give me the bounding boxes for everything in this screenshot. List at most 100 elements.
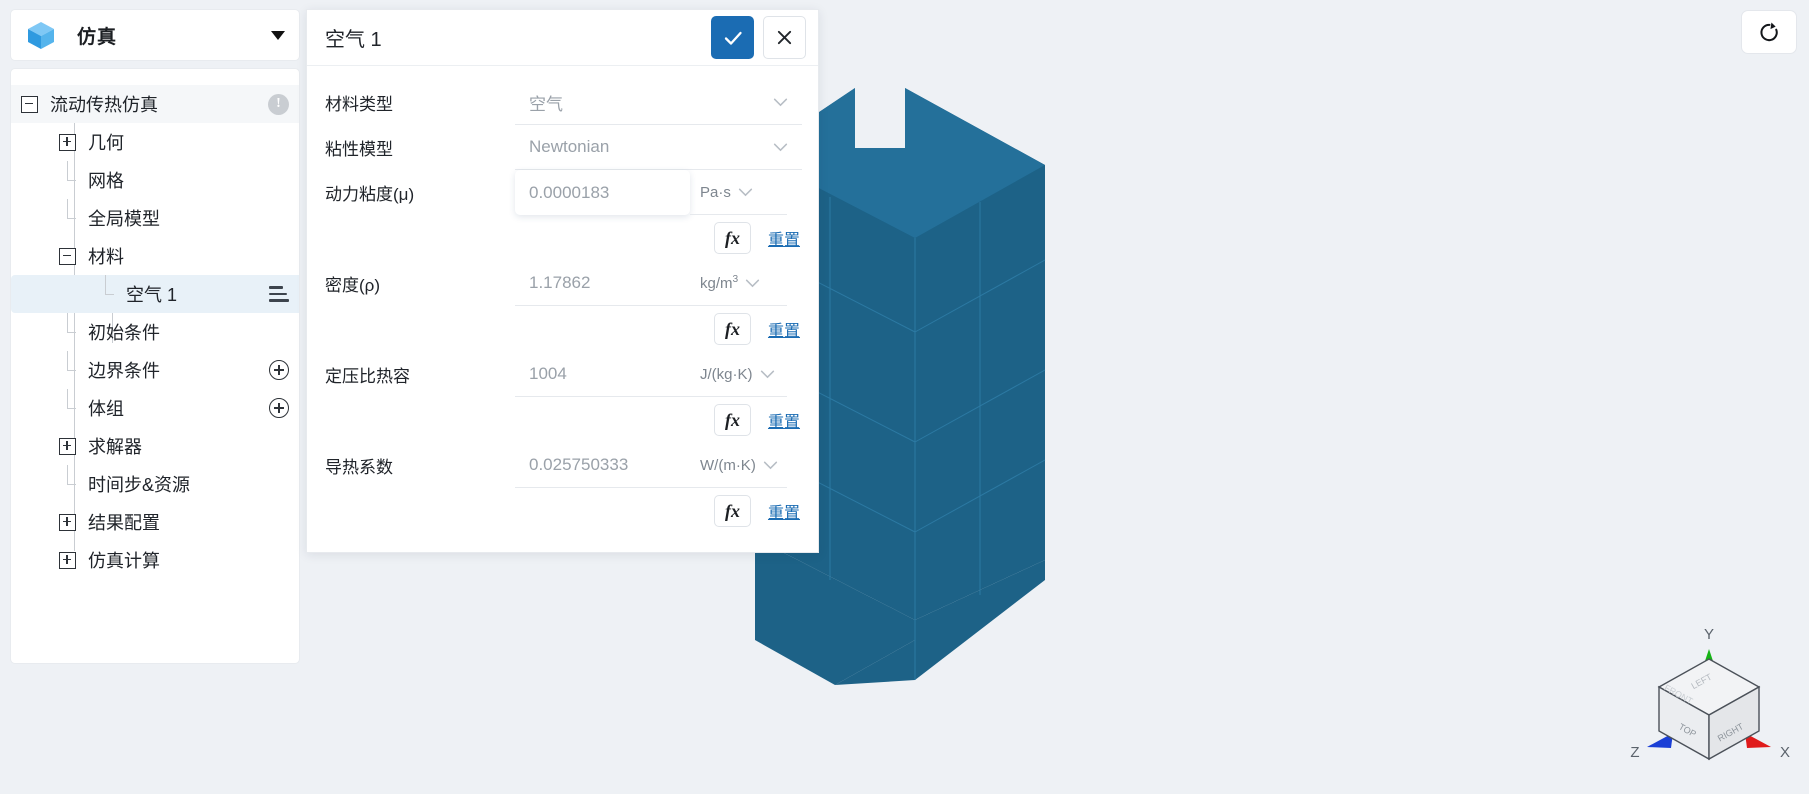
- formula-button[interactable]: fx: [713, 222, 751, 254]
- sidebar-item-11[interactable]: 结果配置: [11, 503, 299, 541]
- tree-expand-toggle[interactable]: [59, 513, 76, 531]
- reset-view-button[interactable]: [1741, 10, 1797, 54]
- app-root: Y X Z LEFT FRONT TOP RIGHT 仿真 流动传热仿真 ! 几…: [0, 0, 1809, 794]
- sidebar-item-1[interactable]: 几何: [11, 123, 299, 161]
- sidebar-item-0[interactable]: 流动传热仿真!: [11, 85, 299, 123]
- reset-link[interactable]: 重置: [768, 499, 800, 523]
- field-label: 定压比热容: [325, 367, 410, 386]
- form-row-3: 密度(ρ) 1.17862 kg/m3: [307, 261, 818, 306]
- axis-label-x: X: [1780, 744, 1790, 761]
- formula-button[interactable]: fx: [713, 404, 751, 436]
- list-menu-icon[interactable]: [269, 286, 289, 302]
- sidebar-item-12[interactable]: 仿真计算: [11, 541, 299, 579]
- tree-collapse-toggle[interactable]: [59, 247, 76, 265]
- number-value: 1004: [529, 364, 567, 383]
- fx-reset-row-4: fx 重置: [307, 397, 818, 443]
- tree-expand-toggle[interactable]: [59, 133, 76, 151]
- confirm-button[interactable]: [711, 16, 754, 59]
- form-row-2: 动力粘度(μ) 0.0000183 Pa·s: [307, 170, 818, 215]
- unit-select[interactable]: W/(m·K): [690, 443, 787, 488]
- sidebar-item-3[interactable]: 全局模型: [11, 199, 299, 237]
- field-label: 导热系数: [325, 458, 393, 477]
- reset-link[interactable]: 重置: [768, 408, 800, 432]
- field-label: 材料类型: [325, 95, 393, 114]
- unit-value: Pa·s: [700, 184, 731, 201]
- select-field[interactable]: 空气: [515, 80, 802, 125]
- unit-text: W/(m·K): [700, 456, 756, 474]
- view-cube-gizmo[interactable]: Y X Z LEFT FRONT TOP RIGHT: [1619, 611, 1799, 786]
- number-input[interactable]: 1004: [515, 352, 690, 397]
- axis-label-z: Z: [1630, 744, 1639, 761]
- unit-superscript: 3: [732, 274, 739, 285]
- sidebar-item-label: 网格: [88, 171, 124, 191]
- reset-link[interactable]: 重置: [768, 317, 800, 341]
- tree-expand-toggle[interactable]: [59, 437, 76, 455]
- check-icon: [724, 31, 742, 45]
- form-row-0: 材料类型 空气: [307, 80, 818, 125]
- tree-collapse-toggle[interactable]: [21, 95, 38, 113]
- warning-icon: !: [268, 93, 289, 115]
- unit-select[interactable]: J/(kg·K): [690, 352, 787, 397]
- unit-text: Pa·s: [700, 183, 731, 201]
- sidebar-item-label: 时间步&资源: [88, 475, 191, 495]
- dialog-title: 空气 1: [325, 29, 382, 51]
- sidebar-item-5[interactable]: 空气 1: [11, 275, 299, 313]
- tree-elbow-connector: [59, 389, 76, 427]
- select-field[interactable]: Newtonian: [515, 125, 802, 170]
- sidebar-item-label: 流动传热仿真: [50, 95, 158, 115]
- add-item-icon[interactable]: [269, 398, 289, 418]
- reset-link[interactable]: 重置: [768, 226, 800, 250]
- chevron-down-icon: [760, 370, 774, 378]
- sidebar-header: 仿真: [10, 9, 300, 61]
- formula-button[interactable]: fx: [713, 313, 751, 345]
- sidebar-item-label: 材料: [88, 247, 124, 267]
- number-input[interactable]: 0.025750333: [515, 443, 690, 488]
- sidebar-item-6[interactable]: 初始条件: [11, 313, 299, 351]
- select-value: 空气: [529, 94, 563, 114]
- sidebar-item-label: 边界条件: [88, 361, 160, 381]
- add-item-icon[interactable]: [269, 360, 289, 380]
- form-row-4: 定压比热容 1004 J/(kg·K): [307, 352, 818, 397]
- field-label: 动力粘度(μ): [325, 185, 415, 204]
- tree-elbow-connector: [59, 199, 76, 237]
- number-input[interactable]: 1.17862: [515, 261, 690, 306]
- tree-elbow-connector: [59, 313, 76, 351]
- chevron-down-icon: [763, 461, 777, 469]
- unit-text: kg/m: [700, 275, 733, 292]
- dialog-form: 材料类型 空气粘性模型 Newtonian 动力粘度(μ) 0.0000183 Pa·s f…: [307, 66, 818, 534]
- material-dialog: 空气 1 材料类型 空气粘性模型 Newtonian 动力粘度(μ) 0.0000183…: [306, 9, 819, 553]
- sidebar-item-2[interactable]: 网格: [11, 161, 299, 199]
- form-row-5: 导热系数 0.025750333 W/(m·K): [307, 443, 818, 488]
- sidebar-item-10[interactable]: 时间步&资源: [11, 465, 299, 503]
- sidebar-item-9[interactable]: 求解器: [11, 427, 299, 465]
- select-value: Newtonian: [529, 137, 610, 156]
- close-icon: [777, 30, 792, 45]
- field-label: 粘性模型: [325, 140, 393, 159]
- cancel-button[interactable]: [763, 16, 806, 59]
- fx-reset-row-5: fx 重置: [307, 488, 818, 534]
- dialog-header: 空气 1: [307, 10, 818, 66]
- formula-button[interactable]: fx: [713, 495, 751, 527]
- chevron-down-icon[interactable]: [271, 30, 285, 40]
- tree-rows: 流动传热仿真! 几何 网格 全局模型 材料 空气 1 初始条件 边界条件 体组 求解器 时间步&资源…: [11, 85, 299, 579]
- tree-elbow-connector: [97, 275, 114, 313]
- chevron-down-icon: [738, 188, 752, 196]
- unit-value: kg/m3: [700, 274, 738, 292]
- unit-select[interactable]: Pa·s: [690, 170, 787, 215]
- fx-reset-row-3: fx 重置: [307, 306, 818, 352]
- number-value: 0.0000183: [529, 182, 610, 202]
- sidebar-item-7[interactable]: 边界条件: [11, 351, 299, 389]
- app-title: 仿真: [77, 26, 118, 48]
- unit-select[interactable]: kg/m3: [690, 261, 787, 306]
- sidebar-item-label: 初始条件: [88, 323, 160, 343]
- number-input[interactable]: 0.0000183: [515, 170, 690, 215]
- unit-text: J/(kg·K): [700, 365, 753, 383]
- chevron-down-icon: [773, 98, 788, 106]
- field-label: 密度(ρ): [325, 276, 380, 295]
- tree-expand-toggle[interactable]: [59, 551, 76, 569]
- sidebar-item-4[interactable]: 材料: [11, 237, 299, 275]
- sidebar-item-label: 全局模型: [88, 209, 160, 229]
- sidebar-item-label: 求解器: [88, 437, 142, 457]
- chevron-down-icon: [746, 279, 760, 287]
- sidebar-item-8[interactable]: 体组: [11, 389, 299, 427]
